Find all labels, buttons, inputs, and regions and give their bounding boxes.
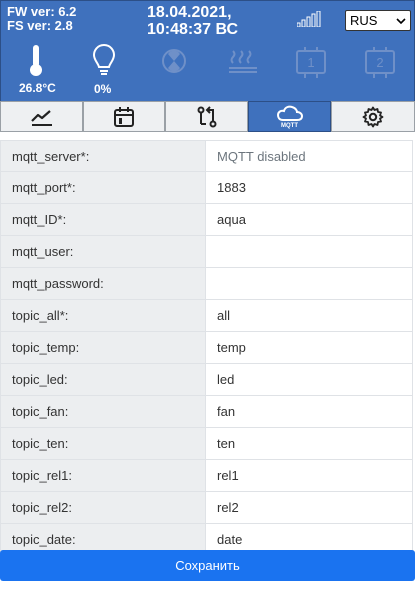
field-label: topic_temp: (0, 332, 206, 363)
topic-all-input[interactable]: all (206, 300, 413, 331)
field-label: mqtt_user: (0, 236, 206, 267)
signal-icon (297, 11, 321, 27)
field-label: topic_rel1: (0, 460, 206, 491)
form-row: topic_all*: all (0, 300, 413, 332)
tab-schedule[interactable] (83, 101, 165, 132)
language-select[interactable]: RUS (345, 10, 411, 31)
topic-ten-input[interactable]: ten (206, 428, 413, 459)
form-row: topic_rel2: rel2 (0, 492, 413, 524)
chart-icon (30, 109, 52, 126)
fan-icon (162, 49, 186, 73)
field-label: topic_rel2: (0, 492, 206, 523)
svg-text:1: 1 (307, 55, 314, 70)
calendar-icon (114, 106, 134, 127)
topic-fan-input[interactable]: fan (206, 396, 413, 427)
topic-temp-input[interactable]: temp (206, 332, 413, 363)
field-label: mqtt_port*: (0, 172, 206, 203)
tab-settings[interactable] (331, 101, 415, 132)
lightbulb-icon (92, 43, 116, 75)
chevron-down-icon (396, 18, 406, 25)
topic-rel2-input[interactable]: rel2 (206, 492, 413, 523)
mqtt-port-input[interactable]: 1883 (206, 172, 413, 203)
tab-mqtt-label: MQTT (281, 123, 298, 129)
field-label: topic_led: (0, 364, 206, 395)
tab-mqtt[interactable]: MQTT (248, 101, 331, 132)
topic-rel1-input[interactable]: rel1 (206, 460, 413, 491)
cloud-icon (276, 105, 303, 121)
mqtt-settings-form: mqtt_server*: MQTT disabled mqtt_port*: … (0, 140, 413, 556)
field-label: mqtt_ID*: (0, 204, 206, 235)
mqtt-user-input[interactable] (206, 236, 413, 267)
lamp-value: 0% (94, 82, 112, 96)
relay-1-icon: 1 (296, 47, 326, 78)
save-button[interactable]: Сохранить (0, 550, 415, 581)
relay-2-icon: 2 (365, 47, 395, 78)
version-info: FW ver: 6.2 FS ver: 2.8 (7, 5, 76, 33)
svg-text:2: 2 (376, 55, 383, 70)
tab-charts[interactable] (0, 101, 83, 132)
form-row: topic_fan: fan (0, 396, 413, 428)
gear-icon (362, 106, 384, 127)
fw-version: FW ver: 6.2 (7, 4, 77, 19)
status-header: FW ver: 6.2 FS ver: 2.8 18.04.2021, 10:4… (0, 0, 415, 103)
git-compare-icon (197, 105, 216, 127)
language-value: RUS (350, 13, 378, 28)
fs-version: FS ver: 2.8 (7, 18, 73, 33)
field-label: topic_ten: (0, 428, 206, 459)
field-label: mqtt_password: (0, 268, 206, 299)
form-row: topic_rel1: rel1 (0, 460, 413, 492)
form-row: mqtt_ID*: aqua (0, 204, 413, 236)
form-row: topic_led: led (0, 364, 413, 396)
tab-logic[interactable] (165, 101, 248, 132)
thermometer-icon (30, 45, 42, 76)
heater-icon (229, 50, 257, 73)
time-text: 10:48:37 ВС (147, 21, 238, 38)
form-row: mqtt_user: (0, 236, 413, 268)
form-row: topic_ten: ten (0, 428, 413, 460)
field-label: topic_all*: (0, 300, 206, 331)
form-row: mqtt_server*: MQTT disabled (0, 140, 413, 172)
topic-led-input[interactable]: led (206, 364, 413, 395)
mqtt-server-input[interactable]: MQTT disabled (206, 141, 413, 171)
date-text: 18.04.2021, (147, 4, 232, 21)
mqtt-password-input[interactable] (206, 268, 413, 299)
tab-bar: MQTT (0, 101, 415, 133)
form-row: mqtt_port*: 1883 (0, 172, 413, 204)
temperature-value: 26.8°C (19, 81, 56, 95)
datetime: 18.04.2021, 10:48:37 ВС (147, 4, 238, 38)
form-row: topic_temp: temp (0, 332, 413, 364)
field-label: mqtt_server*: (0, 141, 206, 171)
mqtt-id-input[interactable]: aqua (206, 204, 413, 235)
form-row: mqtt_password: (0, 268, 413, 300)
field-label: topic_fan: (0, 396, 206, 427)
